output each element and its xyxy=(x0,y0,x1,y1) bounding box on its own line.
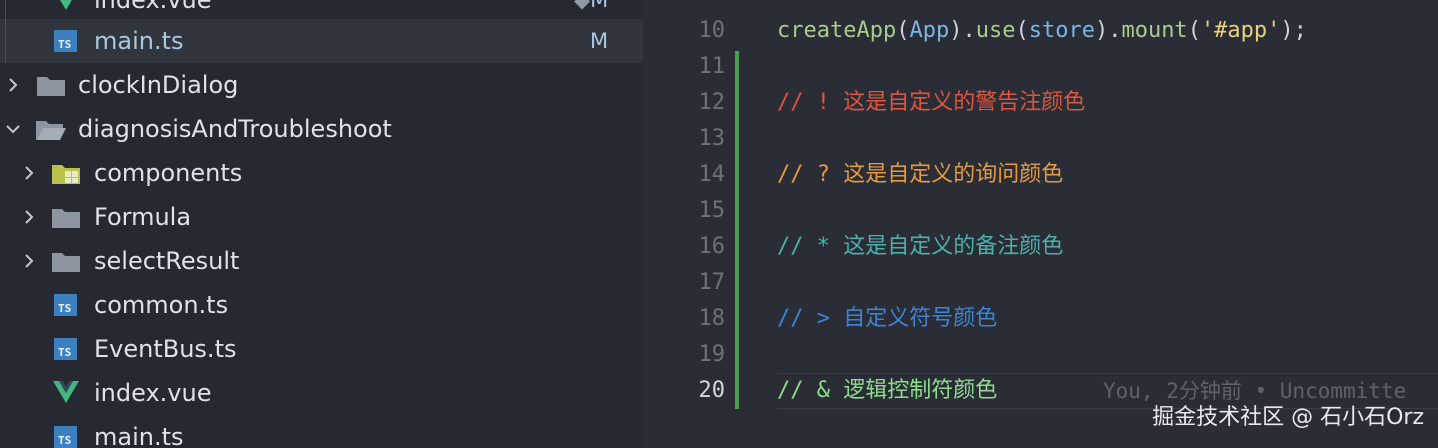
line-number: 14 xyxy=(698,162,726,187)
line-number: 16 xyxy=(698,234,726,259)
comment-prefix: // * xyxy=(777,234,844,259)
code-token: ( xyxy=(1015,18,1029,43)
explorer-item-label: EventBus.ts xyxy=(94,335,237,363)
explorer-item-label: Formula xyxy=(94,203,192,231)
explorer-item-label: main.ts xyxy=(94,27,184,55)
code-token: ). xyxy=(1094,18,1122,43)
line-number: 13 xyxy=(698,126,726,151)
explorer-item-eventbus-ts[interactable]: TS EventBus.ts xyxy=(0,327,643,371)
explorer-item-components[interactable]: components xyxy=(0,151,643,195)
vue-icon xyxy=(60,0,72,10)
explorer-item-main-ts[interactable]: TS main.ts M xyxy=(0,19,643,63)
explorer-item-common-ts[interactable]: TS common.ts xyxy=(0,283,643,327)
code-token: App xyxy=(909,18,950,43)
indent-guide xyxy=(5,19,6,63)
line-number: 11 xyxy=(698,54,726,79)
comment-prefix: // ? xyxy=(777,162,844,187)
line-number-active: 20 xyxy=(698,378,726,403)
explorer-item-index-vue-2[interactable]: index.vue xyxy=(0,371,643,415)
line-number: 18 xyxy=(698,306,726,331)
folder-open-icon xyxy=(36,121,66,140)
code-line-10[interactable]: createApp(App).use(store).mount('#app'); xyxy=(777,13,1307,49)
line-number: 19 xyxy=(698,342,726,367)
typescript-icon: TS xyxy=(54,426,77,448)
explorer-item-label: clockInDialog xyxy=(78,71,239,99)
code-token: use xyxy=(975,18,1016,43)
code-editor[interactable]: 10 11 12 13 14 15 16 17 18 19 20 createA… xyxy=(643,0,1438,448)
line-number: 10 xyxy=(698,18,726,43)
chevron-right-icon[interactable] xyxy=(20,252,38,270)
comment-text: 逻辑控制符颜色 xyxy=(843,378,998,403)
comment-prefix: // & xyxy=(777,378,844,403)
chevron-down-icon[interactable] xyxy=(4,120,22,138)
git-added-gutter[interactable] xyxy=(735,51,739,409)
file-explorer: index.vue ◆M TS main.ts M clockInDialog xyxy=(0,0,643,448)
code-token: store xyxy=(1028,18,1095,43)
typescript-icon: TS xyxy=(54,338,77,360)
typescript-icon: TS xyxy=(54,294,77,316)
explorer-item-label: common.ts xyxy=(94,291,229,319)
git-status-badge: M xyxy=(590,29,609,53)
explorer-item-label: diagnosisAndTroubleshoot xyxy=(78,115,392,143)
code-line-16-note-comment[interactable]: // * 这是自定义的备注颜色 xyxy=(777,229,1063,265)
code-token: createApp xyxy=(777,18,897,43)
components-folder-icon xyxy=(52,165,80,184)
chevron-right-icon[interactable] xyxy=(4,76,22,94)
vue-icon xyxy=(53,381,79,403)
comment-text: 这是自定义的询问颜色 xyxy=(843,162,1064,187)
code-token: ); xyxy=(1280,18,1307,43)
code-token: mount xyxy=(1121,18,1188,43)
vscode-window: index.vue ◆M TS main.ts M clockInDialog xyxy=(0,0,1438,448)
typescript-icon: TS xyxy=(54,30,77,52)
folder-icon xyxy=(52,253,80,272)
comment-text: 自定义符号颜色 xyxy=(843,306,998,331)
code-line-12-warning-comment[interactable]: // ! 这是自定义的警告注颜色 xyxy=(777,85,1085,121)
line-number: 15 xyxy=(698,198,726,223)
explorer-item-diagnosisandtroubleshoot[interactable]: diagnosisAndTroubleshoot xyxy=(0,107,643,151)
comment-prefix: // > xyxy=(777,306,844,331)
code-token: ( xyxy=(1187,18,1201,43)
comment-prefix: // ! xyxy=(777,90,844,115)
explorer-item-formula[interactable]: Formula xyxy=(0,195,643,239)
explorer-item-label: main.ts xyxy=(94,423,184,448)
comment-text: 这是自定义的备注颜色 xyxy=(843,234,1064,259)
explorer-item-label: index.vue xyxy=(94,379,212,407)
folder-icon xyxy=(37,77,65,96)
comment-text: 这是自定义的警告注颜色 xyxy=(843,90,1086,115)
explorer-item-main-ts-2[interactable]: TS main.ts xyxy=(0,415,643,448)
code-line-18-symbol-comment[interactable]: // > 自定义符号颜色 xyxy=(777,301,997,337)
explorer-item-label: selectResult xyxy=(94,247,240,275)
code-token: ). xyxy=(949,18,976,43)
explorer-item-label: components xyxy=(94,159,243,187)
line-number: 12 xyxy=(698,90,726,115)
explorer-item-selectresult[interactable]: selectResult xyxy=(0,239,643,283)
code-line-14-question-comment[interactable]: // ? 这是自定义的询问颜色 xyxy=(777,157,1063,193)
line-number: 17 xyxy=(698,270,726,295)
watermark: 掘金技术社区 @ 石小石Orz xyxy=(1152,405,1424,430)
chevron-right-icon[interactable] xyxy=(20,164,38,182)
code-line-20-logic-comment[interactable]: // & 逻辑控制符颜色 xyxy=(777,373,997,409)
code-token: '#app' xyxy=(1200,18,1281,43)
folder-icon xyxy=(52,209,80,228)
chevron-right-icon[interactable] xyxy=(20,208,38,226)
explorer-item-clockindialog[interactable]: clockInDialog xyxy=(0,63,643,107)
code-token: ( xyxy=(896,18,910,43)
